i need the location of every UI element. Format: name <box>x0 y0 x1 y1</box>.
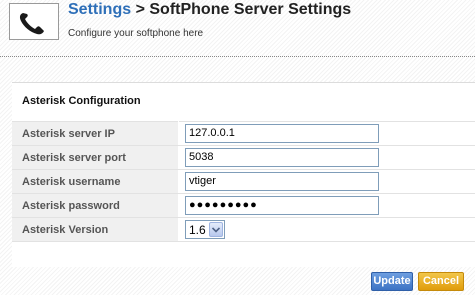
asterisk-config-panel: Asterisk Configuration Asterisk server I… <box>12 82 475 267</box>
page-title: Settings > SoftPhone Server Settings <box>68 1 351 19</box>
version-label: Asterisk Version <box>12 217 179 242</box>
server-port-cell: 5038 <box>178 145 475 170</box>
header-divider <box>0 56 475 57</box>
password-cell: ●●●●●●●●● <box>178 193 475 218</box>
server-ip-cell: 127.0.0.1 <box>178 121 475 146</box>
chevron-down-icon[interactable] <box>209 222 223 237</box>
version-select-value: 1.6 <box>189 223 206 237</box>
username-label: Asterisk username <box>12 169 179 194</box>
username-input[interactable]: vtiger <box>185 172 379 191</box>
version-cell: 1.6 <box>178 217 475 242</box>
version-select[interactable]: 1.6 <box>185 220 225 239</box>
form-row: Asterisk password ●●●●●●●●● <box>12 193 475 218</box>
cancel-button[interactable]: Cancel <box>418 272 464 291</box>
update-button[interactable]: Update <box>371 272 413 291</box>
password-input[interactable]: ●●●●●●●●● <box>185 196 379 215</box>
form-row: Asterisk server port 5038 <box>12 145 475 170</box>
server-port-input[interactable]: 5038 <box>185 148 379 167</box>
form-row: Asterisk Version 1.6 <box>12 217 475 242</box>
breadcrumb-separator: > <box>135 1 145 18</box>
telephone-icon <box>9 3 59 40</box>
server-ip-input[interactable]: 127.0.0.1 <box>185 124 379 143</box>
page-title-text: SoftPhone Server Settings <box>149 1 352 18</box>
breadcrumb-settings-link[interactable]: Settings <box>68 1 131 18</box>
username-cell: vtiger <box>178 169 475 194</box>
config-form-table: Asterisk server IP 127.0.0.1 Asterisk se… <box>12 121 475 242</box>
form-row: Asterisk username vtiger <box>12 169 475 194</box>
form-row: Asterisk server IP 127.0.0.1 <box>12 121 475 146</box>
server-ip-label: Asterisk server IP <box>12 121 179 146</box>
section-title: Asterisk Configuration <box>22 95 141 107</box>
page-subtitle: Configure your softphone here <box>68 28 204 39</box>
page-header: Settings > SoftPhone Server Settings Con… <box>4 0 475 44</box>
server-port-label: Asterisk server port <box>12 145 179 170</box>
password-label: Asterisk password <box>12 193 179 218</box>
